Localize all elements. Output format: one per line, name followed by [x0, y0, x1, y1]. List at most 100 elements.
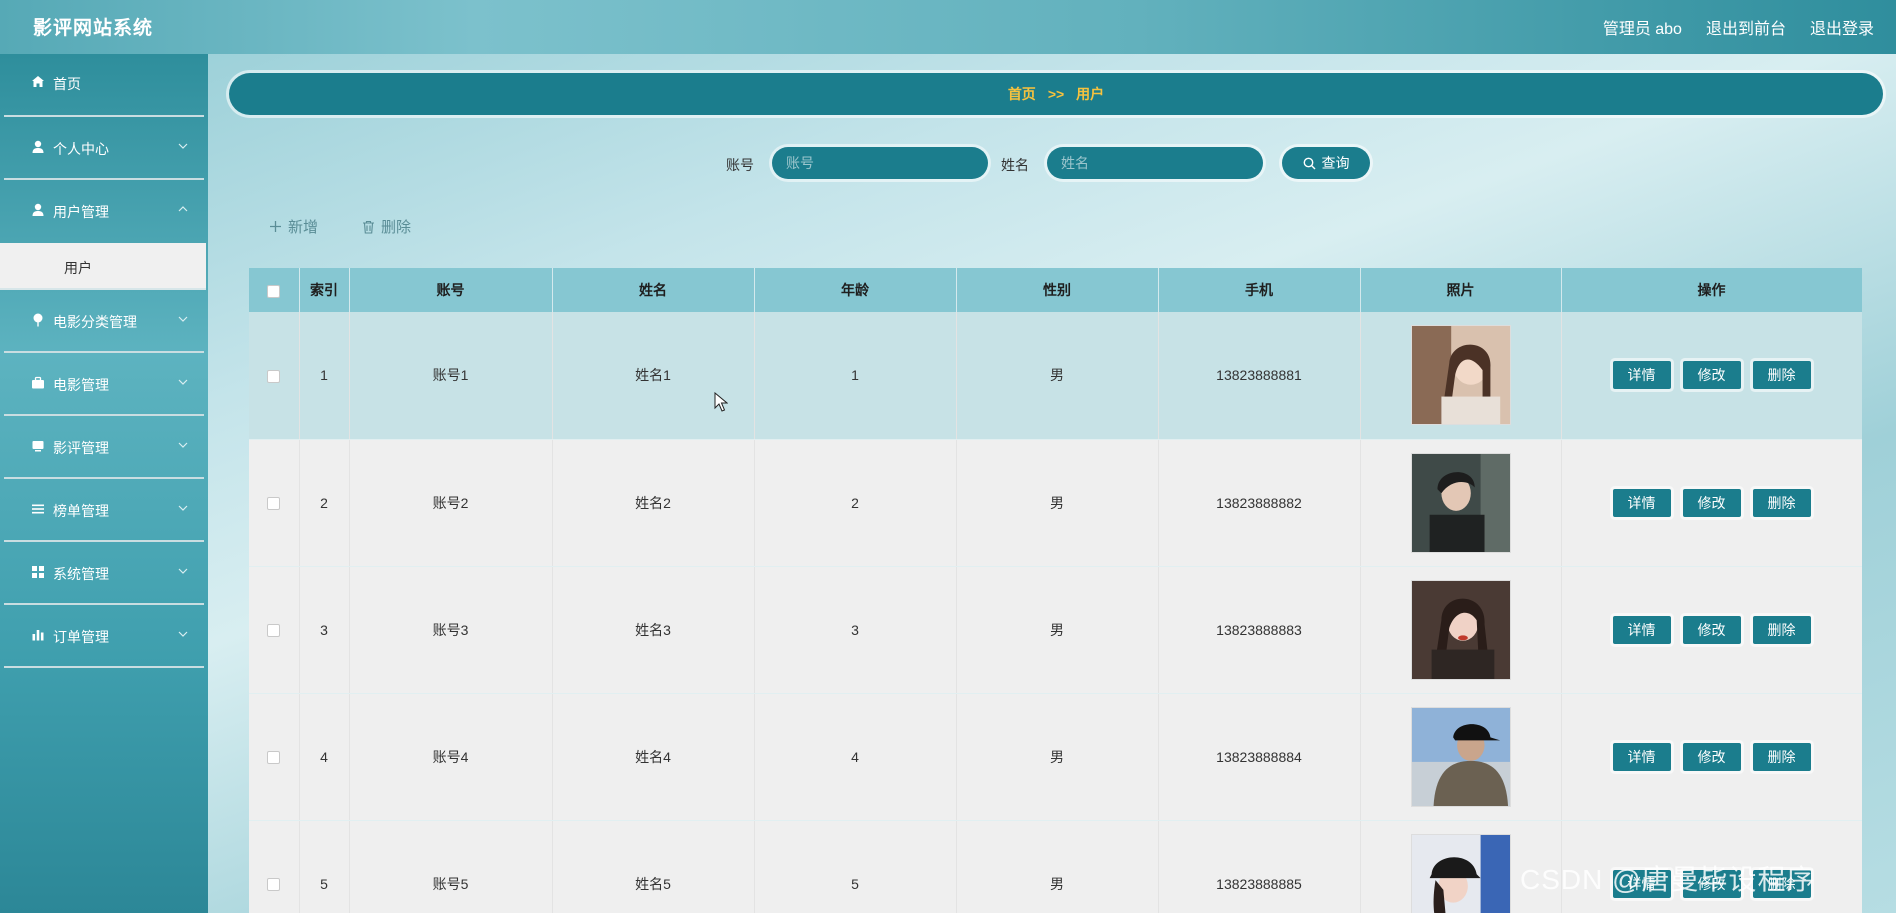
search-icon	[1303, 157, 1315, 169]
table-row[interactable]: 3 账号3 姓名3 3 男 13823888883 详情 修改 删除	[249, 566, 1862, 694]
index-cell: 2	[299, 439, 350, 567]
account-label: 账号	[726, 157, 754, 173]
detail-button[interactable]: 详情	[1612, 361, 1671, 390]
sidebar-item-label: 榜单管理	[53, 503, 109, 519]
name-search-input[interactable]	[1047, 147, 1263, 179]
age-cell: 2	[754, 439, 957, 567]
user-photo[interactable]	[1410, 706, 1511, 807]
user-photo[interactable]	[1410, 452, 1511, 553]
list-icon	[32, 504, 44, 514]
edit-button[interactable]: 修改	[1682, 488, 1741, 517]
select-all-cell	[249, 268, 300, 312]
detail-button[interactable]: 详情	[1612, 742, 1671, 771]
sidebar-item-label: 订单管理	[53, 629, 109, 645]
sidebar-item-review-management[interactable]: 影评管理	[4, 416, 204, 479]
mouse-cursor-icon	[714, 392, 728, 412]
sidebar-item-home[interactable]: 首页	[4, 54, 204, 117]
sidebar-subitem-user[interactable]: 用户	[0, 243, 206, 290]
name-cell: 姓名1	[552, 312, 755, 440]
edit-button[interactable]: 修改	[1682, 742, 1741, 771]
name-label: 姓名	[1001, 157, 1029, 173]
chevron-down-icon	[178, 316, 188, 322]
column-header: 照片	[1360, 268, 1562, 312]
gender-cell: 男	[956, 312, 1159, 440]
delete-button[interactable]: 删除	[1752, 742, 1811, 771]
column-header: 性别	[956, 268, 1159, 312]
delete-button[interactable]: 删除	[1752, 488, 1811, 517]
user-photo[interactable]	[1410, 579, 1511, 680]
age-cell: 1	[754, 312, 957, 440]
edit-button[interactable]: 修改	[1682, 361, 1741, 390]
delete-button[interactable]: 删除	[1752, 361, 1811, 390]
row-select-cell	[249, 439, 300, 567]
account-search-input[interactable]	[772, 147, 988, 179]
account-cell: 账号4	[349, 693, 553, 821]
phone-cell: 13823888884	[1158, 693, 1361, 821]
row-checkbox[interactable]	[267, 624, 281, 638]
watermark: CSDN @唐曼毕设程序	[1520, 864, 1816, 895]
chevron-up-icon	[178, 206, 188, 212]
breadcrumb-current: 用户	[1076, 86, 1105, 102]
chevron-down-icon	[178, 442, 188, 448]
breadcrumb: 首页 >> 用户	[229, 73, 1883, 115]
gender-cell: 男	[956, 439, 1159, 567]
detail-button[interactable]: 详情	[1612, 615, 1671, 644]
index-cell: 1	[299, 312, 350, 440]
sidebar-item-system-management[interactable]: 系统管理	[4, 542, 204, 605]
user-photo[interactable]	[1410, 325, 1511, 426]
sidebar-item-movie-category[interactable]: 电影分类管理	[4, 290, 204, 353]
photo-cell	[1360, 312, 1562, 440]
edit-button[interactable]: 修改	[1682, 615, 1741, 644]
bar-chart-icon	[32, 630, 44, 641]
index-cell: 3	[299, 566, 350, 694]
row-select-cell	[249, 566, 300, 694]
row-select-cell	[249, 312, 300, 440]
query-button[interactable]: 查询	[1282, 147, 1370, 179]
chevron-down-icon	[178, 631, 188, 637]
row-checkbox[interactable]	[267, 497, 281, 511]
breadcrumb-home[interactable]: 首页	[1008, 84, 1036, 104]
current-user[interactable]: 管理员 abo	[1603, 15, 1682, 39]
sidebar: 首页 个人中心 用户管理 用户 电影分类管理 电影管理 影评管理 榜单管理 系统…	[0, 54, 208, 913]
sidebar-item-label: 电影管理	[53, 377, 109, 393]
breadcrumb-separator: >>	[1047, 86, 1065, 102]
column-header: 年龄	[754, 268, 957, 312]
column-header: 操作	[1561, 268, 1862, 312]
grid-icon	[32, 566, 44, 578]
row-checkbox[interactable]	[267, 878, 281, 892]
delete-button[interactable]: 删除	[1752, 615, 1811, 644]
row-select-cell	[249, 820, 300, 913]
sidebar-item-order-management[interactable]: 订单管理	[4, 605, 204, 668]
age-cell: 5	[754, 820, 957, 913]
top-header: 影评网站系统 管理员 abo 退出到前台 退出登录	[0, 0, 1896, 54]
table-row[interactable]: 1 账号1 姓名1 1 男 13823888881 详情 修改 删除	[249, 312, 1862, 440]
add-button[interactable]: 新增	[269, 216, 318, 237]
user-photo[interactable]	[1410, 833, 1511, 913]
home-icon	[32, 76, 44, 87]
gender-cell: 男	[956, 566, 1159, 694]
select-all-checkbox[interactable]	[267, 284, 281, 298]
operation-cell: 详情 修改 删除	[1561, 566, 1862, 694]
detail-button[interactable]: 详情	[1612, 488, 1671, 517]
batch-delete-button[interactable]: 删除	[362, 216, 411, 237]
row-checkbox[interactable]	[267, 370, 281, 384]
add-button-label: 新增	[288, 219, 319, 236]
plus-icon	[270, 221, 281, 232]
sidebar-item-label: 系统管理	[53, 566, 109, 582]
name-cell: 姓名4	[552, 693, 755, 821]
name-cell: 姓名5	[552, 820, 755, 913]
table-row[interactable]: 4 账号4 姓名4 4 男 13823888884 详情 修改 删除	[249, 693, 1862, 821]
chevron-down-icon	[178, 505, 188, 511]
column-header: 姓名	[552, 268, 755, 312]
sidebar-item-user-management[interactable]: 用户管理	[4, 180, 204, 243]
back-to-front-link[interactable]: 退出到前台	[1706, 15, 1786, 39]
briefcase-icon	[32, 376, 44, 389]
name-cell: 姓名3	[552, 566, 755, 694]
sidebar-item-movie-management[interactable]: 电影管理	[4, 353, 204, 416]
sidebar-item-ranking-management[interactable]: 榜单管理	[4, 479, 204, 542]
photo-cell	[1360, 566, 1562, 694]
table-row[interactable]: 2 账号2 姓名2 2 男 13823888882 详情 修改 删除	[249, 439, 1862, 567]
logout-link[interactable]: 退出登录	[1810, 15, 1874, 39]
photo-cell	[1360, 439, 1562, 567]
row-checkbox[interactable]	[267, 751, 281, 765]
